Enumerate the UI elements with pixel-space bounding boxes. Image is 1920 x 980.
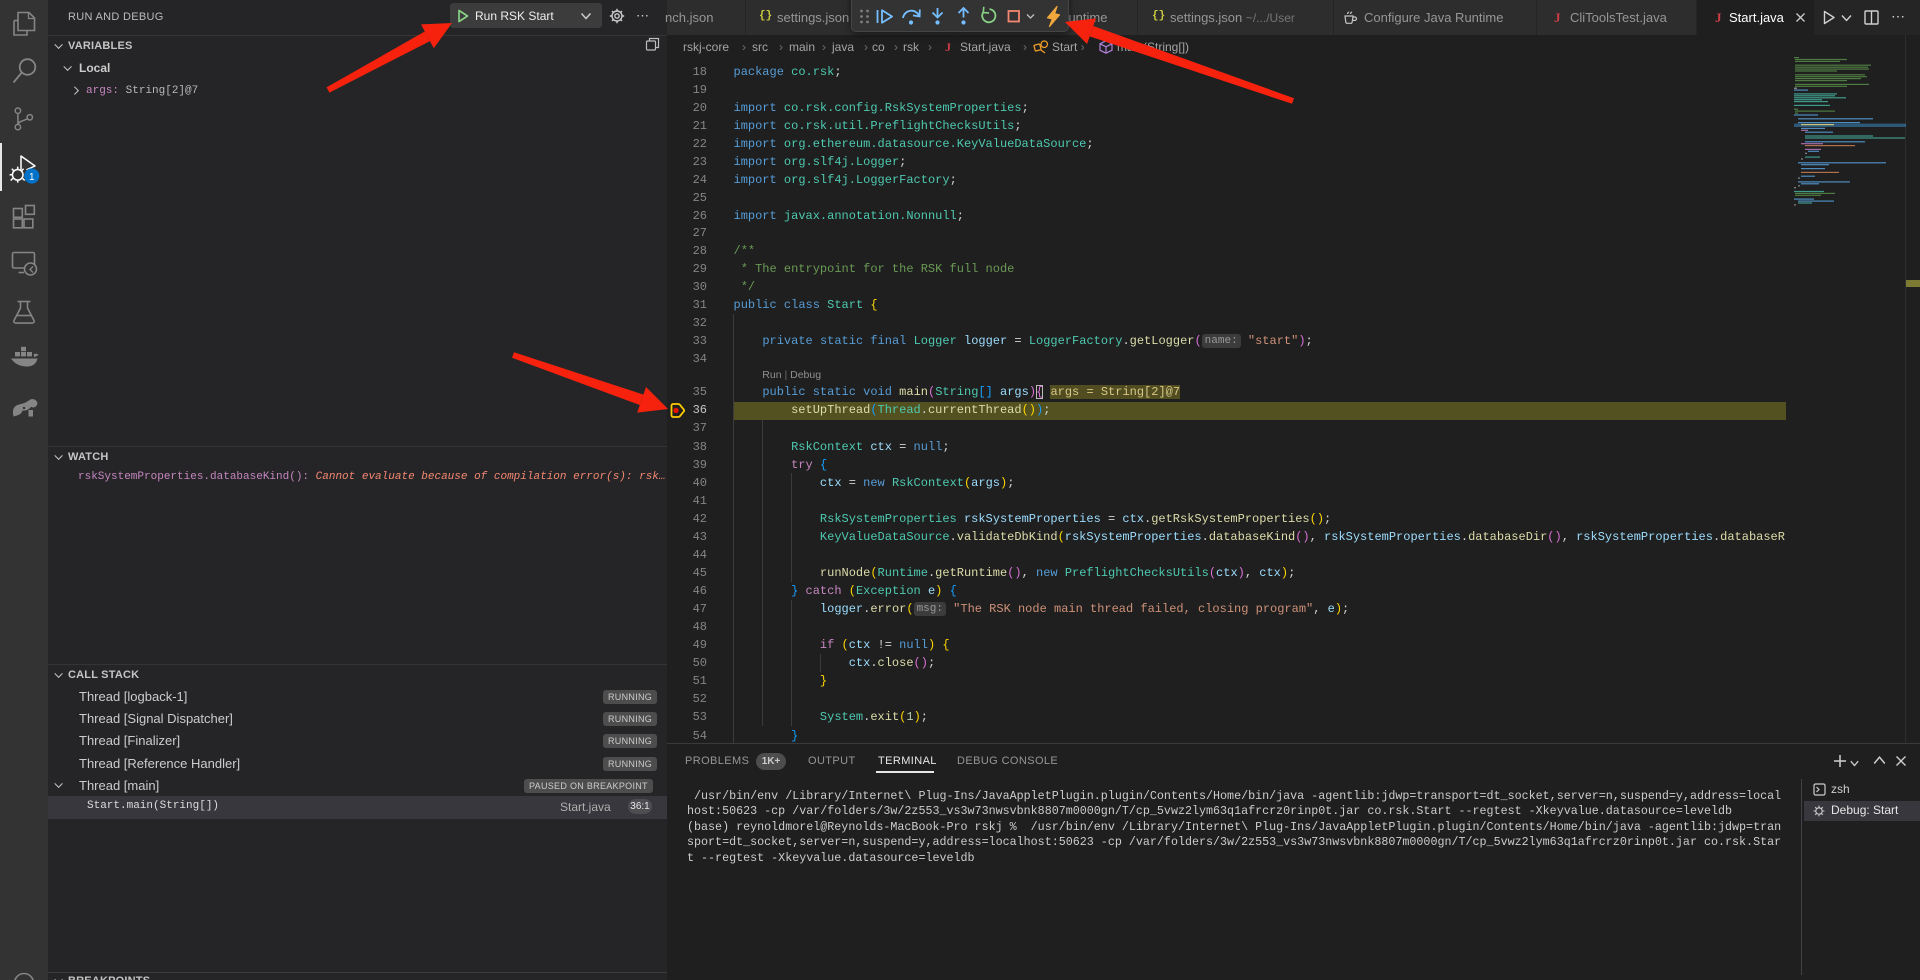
svg-text:1: 1 xyxy=(29,172,35,183)
